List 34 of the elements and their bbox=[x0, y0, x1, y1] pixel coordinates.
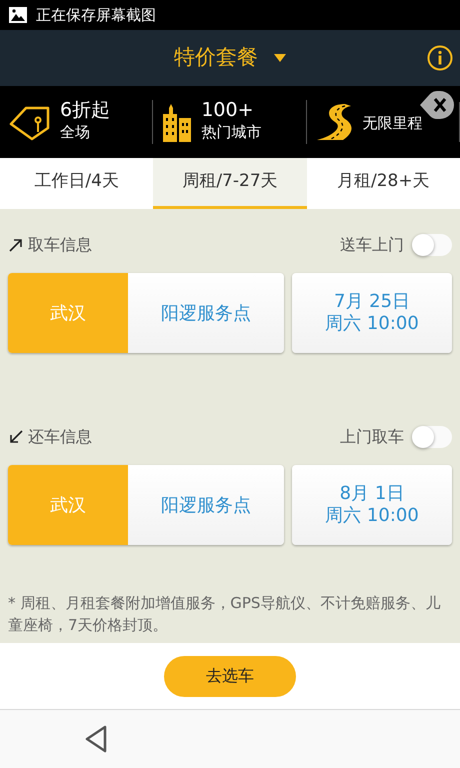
promo-title: 100+ bbox=[201, 100, 255, 122]
date-button[interactable]: 7月 25日 周六 10:00 bbox=[292, 273, 452, 353]
image-icon bbox=[8, 6, 28, 24]
section-title: 取车信息 bbox=[28, 234, 92, 256]
time-text: 周六 10:00 bbox=[325, 313, 419, 335]
info-icon[interactable] bbox=[427, 45, 453, 71]
header-title[interactable]: 特价套餐 bbox=[174, 42, 258, 74]
date-button[interactable]: 8月 1日 周六 10:00 bbox=[292, 465, 452, 545]
promo-subtitle: 无限里程 bbox=[362, 112, 423, 134]
promo-subtitle: 全场 bbox=[60, 122, 91, 144]
store-button[interactable]: 阳逻服务点 bbox=[128, 465, 284, 545]
arrow-up-right-icon bbox=[8, 237, 24, 253]
choose-car-button[interactable]: 去选车 bbox=[164, 656, 296, 696]
city-button[interactable]: 武汉 bbox=[8, 273, 128, 353]
toggle-label: 上门取车 bbox=[340, 426, 404, 448]
date-text: 8月 1日 bbox=[340, 483, 404, 505]
notification-text: 正在保存屏幕截图 bbox=[36, 4, 156, 26]
time-text: 周六 10:00 bbox=[325, 505, 419, 527]
close-icon[interactable] bbox=[420, 91, 454, 119]
toggle-label: 送车上门 bbox=[340, 234, 404, 256]
caret-icon bbox=[274, 54, 286, 62]
promo-subtitle: 热门城市 bbox=[201, 122, 262, 144]
tab[interactable]: 周租/7-27天 bbox=[153, 158, 307, 209]
toggle-switch[interactable] bbox=[412, 426, 452, 448]
date-text: 7月 25日 bbox=[334, 291, 410, 313]
arrow-down-left-icon bbox=[8, 429, 24, 445]
buildings-icon bbox=[161, 102, 194, 142]
city-button[interactable]: 武汉 bbox=[8, 465, 128, 545]
note-text: * 周租、月租套餐附加增值服务，GPS导航仪、不计免赔服务、儿童座椅，7天价格封顶。 bbox=[8, 593, 442, 636]
back-icon[interactable] bbox=[84, 725, 108, 753]
promo-title: 6折起 bbox=[60, 100, 110, 122]
section-title: 还车信息 bbox=[28, 426, 92, 448]
toggle-switch[interactable] bbox=[412, 234, 452, 256]
store-button[interactable]: 阳逻服务点 bbox=[128, 273, 284, 353]
